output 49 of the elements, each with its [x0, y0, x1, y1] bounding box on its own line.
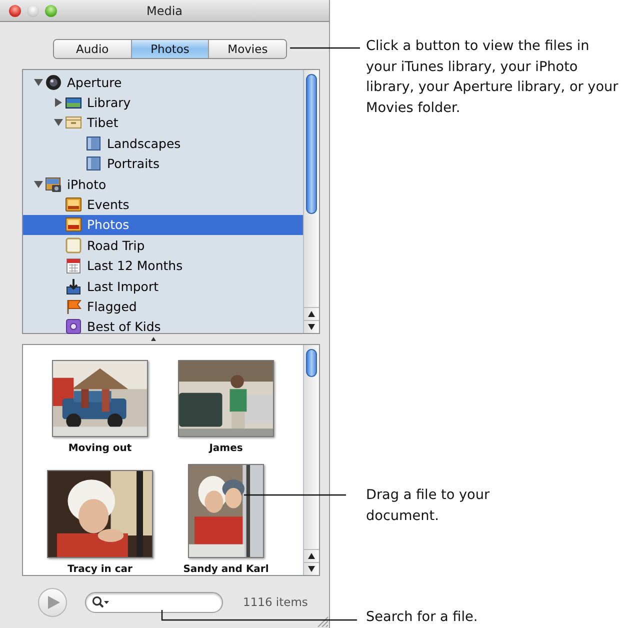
play-icon	[48, 596, 60, 608]
album-icon	[85, 155, 102, 172]
play-button[interactable]	[38, 588, 67, 616]
download-icon	[65, 278, 82, 295]
search-field[interactable]	[85, 592, 223, 612]
tree-item[interactable]: Tibet	[23, 112, 303, 134]
tree-item[interactable]: Last Import	[23, 276, 303, 296]
tree-item[interactable]: Flagged	[23, 296, 303, 317]
tree-item[interactable]: Best of Kids	[23, 316, 303, 338]
callout-text: Click a button to view the files in your iTunes library, your iPhoto library, your Aperture library, or your Movies folder.	[366, 37, 620, 118]
tree-item[interactable]: Events	[23, 194, 303, 215]
tree-item[interactable]: Landscapes	[23, 133, 303, 154]
splitter-grip-icon	[151, 337, 156, 341]
expanded-triangle-icon[interactable]	[54, 118, 62, 128]
close-button[interactable]	[9, 4, 21, 16]
photo-caption: Sandy and Karl	[183, 564, 269, 575]
album-icon	[65, 236, 82, 254]
photo-caption: James	[209, 443, 243, 454]
segment-tab[interactable]: Photos	[132, 40, 210, 58]
callout-text: Search for a file.	[366, 608, 478, 627]
lens-icon	[45, 74, 62, 91]
expanded-triangle-icon[interactable]	[34, 78, 42, 87]
calendar-icon	[65, 257, 82, 274]
photo-caption: Moving out	[68, 443, 132, 454]
photo-stack-icon	[65, 196, 82, 214]
flag-icon	[65, 298, 82, 315]
scroll-bar[interactable]	[303, 70, 319, 333]
box-icon	[65, 114, 82, 132]
collapsed-triangle-icon[interactable]	[54, 98, 62, 108]
expanded-triangle-icon[interactable]	[34, 180, 42, 189]
camera-photo-icon	[45, 176, 62, 193]
tree-item[interactable]: Library	[23, 92, 303, 113]
callout-text: Drag a file to your document.	[366, 486, 491, 526]
tree-item[interactable]: Photos	[23, 214, 303, 236]
album-icon	[85, 134, 102, 152]
segment-tab[interactable]: Audio	[54, 40, 132, 58]
window-title: Media	[146, 4, 183, 18]
search-icon	[92, 596, 109, 608]
photo-caption: Tracy in car	[68, 564, 132, 575]
tree-item[interactable]: Portraits	[23, 154, 303, 174]
item-count: 1116 items	[243, 595, 308, 609]
segment-tab[interactable]: Movies	[209, 40, 286, 58]
tree-item[interactable]: Aperture	[23, 72, 303, 92]
tree-item[interactable]: iPhoto	[23, 174, 303, 194]
tree-item[interactable]: Last 12 Months	[23, 256, 303, 276]
leader-line	[290, 47, 360, 49]
photo-stack-icon	[65, 216, 82, 234]
tree-item[interactable]: Road Trip	[23, 235, 303, 256]
scroll-bar[interactable]	[303, 345, 319, 575]
